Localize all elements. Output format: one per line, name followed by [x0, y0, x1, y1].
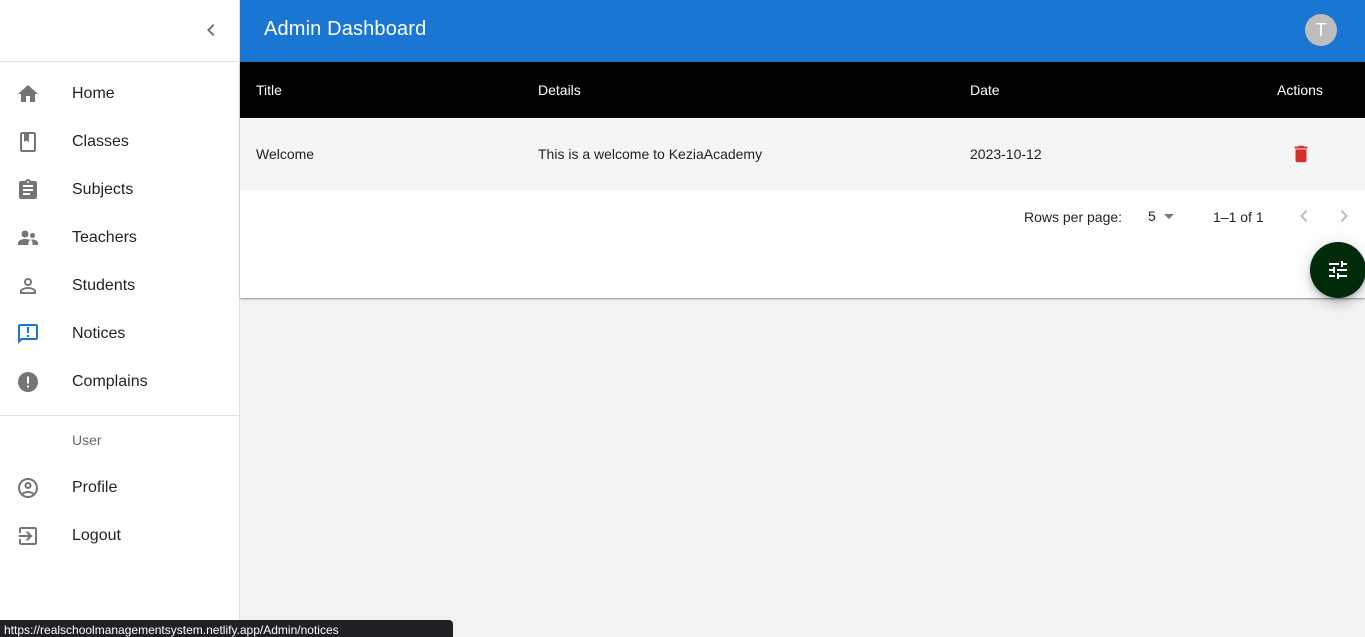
- table-pagination: Rows per page: 5 1–1 of 1: [240, 190, 1365, 242]
- nav-item-label: Home: [72, 85, 115, 102]
- cell-details: This is a welcome to KeziaAcademy: [538, 146, 763, 162]
- nav-item-logout[interactable]: Logout: [0, 512, 239, 560]
- nav-item-students[interactable]: Students: [0, 262, 239, 310]
- browser-status-url: https://realschoolmanagementsystem.netli…: [0, 620, 453, 637]
- collapse-drawer-button[interactable]: [199, 18, 223, 42]
- avatar[interactable]: T: [1305, 14, 1337, 46]
- page-title: Admin Dashboard: [264, 18, 427, 40]
- nav-item-label: Notices: [72, 325, 126, 342]
- nav-item-profile[interactable]: Profile: [0, 464, 239, 512]
- account-circle-icon: [16, 476, 40, 500]
- nav-item-subjects[interactable]: Subjects: [0, 166, 239, 214]
- delete-icon: [1294, 145, 1308, 163]
- user-section-header: User: [72, 432, 102, 448]
- column-header-title: Title: [256, 82, 282, 98]
- rows-per-page-value: 5: [1148, 208, 1156, 224]
- nav-item-label: Complains: [72, 373, 148, 390]
- user-nav: Profile Logout: [0, 464, 239, 560]
- rows-per-page-label: Rows per page:: [1024, 209, 1123, 225]
- pagination-range: 1–1 of 1: [1213, 209, 1264, 225]
- sidebar: Home Classes Subjects Teachers Students: [0, 0, 240, 637]
- table-row: Welcome This is a welcome to KeziaAcadem…: [240, 118, 1365, 190]
- tune-icon: [1329, 261, 1347, 279]
- chevron-left-icon: [1300, 210, 1308, 222]
- sidebar-toolbar: [0, 0, 239, 62]
- nav-item-classes[interactable]: Classes: [0, 118, 239, 166]
- tune-fab-button[interactable]: [1310, 242, 1365, 298]
- nav-item-complains[interactable]: Complains: [0, 358, 239, 406]
- cell-date: 2023-10-12: [970, 146, 1042, 162]
- assignment-icon: [16, 178, 40, 202]
- chevron-left-icon: [207, 24, 215, 36]
- rows-per-page-select[interactable]: 5: [1142, 206, 1182, 226]
- home-icon: [16, 82, 40, 106]
- app-bar: Admin Dashboard T: [240, 0, 1365, 62]
- logout-icon: [16, 524, 40, 548]
- column-header-details: Details: [538, 82, 581, 98]
- table-header: Title Details Date Actions: [240, 62, 1365, 118]
- nav-item-home[interactable]: Home: [0, 70, 239, 118]
- nav-item-label: Students: [72, 277, 136, 294]
- dropdown-arrow-icon: [1163, 213, 1174, 219]
- notices-table-container: Title Details Date Actions Welcome This …: [240, 62, 1365, 298]
- nav-item-notices[interactable]: Notices: [0, 310, 239, 358]
- nav-item-label: Logout: [72, 527, 121, 544]
- column-header-date: Date: [970, 82, 1000, 98]
- column-header-actions: Actions: [1277, 82, 1323, 98]
- chevron-right-icon: [1340, 210, 1348, 222]
- nav-item-label: Teachers: [72, 229, 137, 246]
- class-icon: [16, 130, 40, 154]
- person-outline-icon: [16, 274, 40, 298]
- nav-item-label: Classes: [72, 133, 129, 150]
- nav-item-label: Subjects: [72, 181, 134, 198]
- cell-title: Welcome: [256, 146, 315, 162]
- nav-item-label: Profile: [72, 479, 118, 496]
- delete-button[interactable]: [1290, 142, 1312, 166]
- next-page-button[interactable]: [1332, 204, 1356, 228]
- announcement-icon: [16, 322, 40, 346]
- report-icon: [16, 370, 40, 394]
- main-nav: Home Classes Subjects Teachers Students: [0, 62, 239, 406]
- supervisor-icon: [16, 226, 40, 250]
- previous-page-button[interactable]: [1292, 204, 1316, 228]
- nav-item-teachers[interactable]: Teachers: [0, 214, 239, 262]
